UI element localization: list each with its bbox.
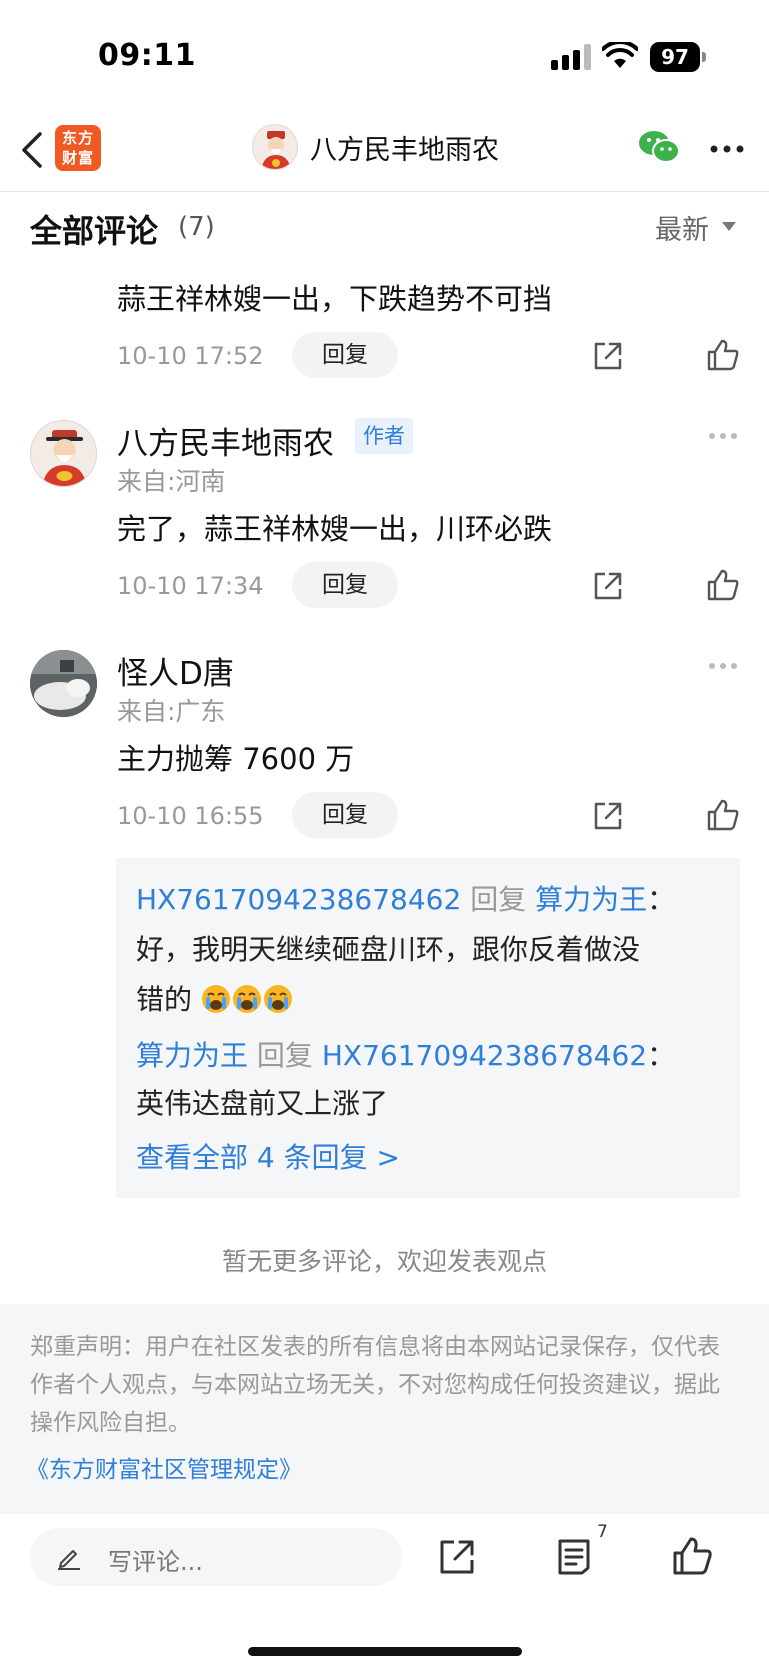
nav-bar: 东方 财富 八方民丰地雨农 xyxy=(0,110,769,192)
reply-to-user[interactable]: HX7617094238678462 xyxy=(322,1039,647,1072)
reply-to-user[interactable]: 算力为王 xyxy=(535,883,647,916)
user-location: 来自:广东 xyxy=(117,697,226,726)
crying-face-emoji-icon xyxy=(232,985,261,1013)
god-of-wealth-avatar-icon xyxy=(42,430,87,486)
thumbs-up-icon[interactable] xyxy=(706,568,740,602)
status-time: 09:11 xyxy=(98,38,196,73)
reply-header: 算力为王 回复 HX7617094238678462： xyxy=(136,1034,675,1074)
user-avatar[interactable] xyxy=(30,420,97,487)
author-badge: 作者 xyxy=(355,418,413,454)
crying-face-emoji-icon xyxy=(263,985,292,1013)
disclaimer-panel: 郑重声明：用户在社区发表的所有信息将由本网站记录保存，仅代表作者个人观点，与本网… xyxy=(0,1304,769,1514)
reply-colon: ： xyxy=(647,883,676,916)
thumbs-up-icon[interactable] xyxy=(706,338,740,372)
comment-text: 蒜王祥林嫂一出，下跌趋势不可挡 xyxy=(117,282,553,316)
reply-text-end: 错的 xyxy=(136,983,193,1016)
reply-from-user[interactable]: 算力为王 xyxy=(136,1039,248,1072)
sort-caret-icon[interactable] xyxy=(722,222,736,231)
user-name[interactable]: 怪人D唐 xyxy=(117,648,234,693)
reply-button[interactable]: 回复 xyxy=(292,562,398,608)
share-icon[interactable] xyxy=(592,570,624,602)
more-options-icon[interactable] xyxy=(710,144,744,154)
cellular-signal-icon xyxy=(551,44,591,70)
nested-replies: HX7617094238678462 回复 算力为王： 好，我明天继续砸盘川环，… xyxy=(116,858,740,1198)
share-icon[interactable] xyxy=(592,340,624,372)
god-of-wealth-avatar-icon xyxy=(261,131,291,169)
reply-from-user[interactable]: HX7617094238678462 xyxy=(136,883,461,916)
reply-header: HX7617094238678462 回复 算力为王： xyxy=(136,878,675,918)
battery-level: 97 xyxy=(650,42,700,72)
reply-button[interactable]: 回复 xyxy=(292,792,398,838)
thumbs-up-icon[interactable] xyxy=(672,1536,712,1576)
reply-text-line-2: 错的 xyxy=(136,978,294,1018)
crying-face-emoji-icon xyxy=(201,985,230,1013)
disclaimer-text: 郑重声明：用户在社区发表的所有信息将由本网站记录保存，仅代表作者个人观点，与本网… xyxy=(30,1334,720,1436)
comment-time: 10-10 17:52 xyxy=(117,342,264,370)
comment-text: 完了，蒜王祥林嫂一出，川环必跌 xyxy=(117,512,553,546)
reply-text-line: 好，我明天继续砸盘川环，跟你反着做没 xyxy=(136,933,641,966)
pencil-icon xyxy=(58,1550,80,1570)
community-rules-link[interactable]: 《东方财富社区管理规定》 xyxy=(26,1450,302,1484)
thumbs-up-icon[interactable] xyxy=(706,798,740,832)
reply-colon: ： xyxy=(647,1039,676,1072)
section-title: 全部评论 xyxy=(30,212,159,250)
bottom-toolbar: 写评论... 7 xyxy=(0,1514,769,1665)
share-icon[interactable] xyxy=(438,1538,476,1576)
battery-tip xyxy=(702,52,706,62)
battery-icon: 97 xyxy=(650,42,706,72)
no-more-comments: 暂无更多评论，欢迎发表观点 xyxy=(221,1247,547,1276)
nav-title: 八方民丰地雨农 xyxy=(310,135,499,166)
view-all-replies-link[interactable]: 查看全部 4 条回复 > xyxy=(136,1136,400,1176)
comments-header: 全部评论 (7) 最新 xyxy=(0,192,769,262)
comment-placeholder: 写评论... xyxy=(108,1548,203,1576)
comment-more-icon[interactable] xyxy=(708,662,738,670)
wifi-icon xyxy=(602,42,638,68)
back-arrow-icon[interactable] xyxy=(18,128,46,172)
comments-list-icon[interactable] xyxy=(556,1538,592,1576)
comment-time: 10-10 17:34 xyxy=(117,572,264,600)
nav-avatar[interactable] xyxy=(252,124,298,170)
wechat-icon[interactable] xyxy=(638,128,680,166)
user-location: 来自:河南 xyxy=(117,467,226,496)
user-avatar[interactable] xyxy=(30,650,97,717)
comment-input[interactable]: 写评论... xyxy=(30,1528,402,1586)
reply-verb: 回复 xyxy=(470,883,527,916)
status-bar: 09:11 97 xyxy=(0,0,769,110)
user-name[interactable]: 八方民丰地雨农 xyxy=(117,418,334,463)
app-logo-line2: 财富 xyxy=(61,149,94,167)
photo-avatar-icon xyxy=(30,650,97,717)
home-indicator xyxy=(248,1647,522,1656)
comment-text: 主力抛筹 7600 万 xyxy=(117,742,355,776)
comment-count: (7) xyxy=(178,212,215,242)
reply-button[interactable]: 回复 xyxy=(292,332,398,378)
app-logo-line1: 东方 xyxy=(61,129,94,147)
comment-more-icon[interactable] xyxy=(708,432,738,440)
sort-button[interactable]: 最新 xyxy=(655,208,709,247)
app-logo[interactable]: 东方 财富 xyxy=(55,125,101,171)
comments-count-badge: 7 xyxy=(597,1522,608,1542)
share-icon[interactable] xyxy=(592,800,624,832)
comment-time: 10-10 16:55 xyxy=(117,802,264,830)
reply-text-line: 英伟达盘前又上涨了 xyxy=(136,1087,389,1120)
reply-verb: 回复 xyxy=(256,1039,313,1072)
